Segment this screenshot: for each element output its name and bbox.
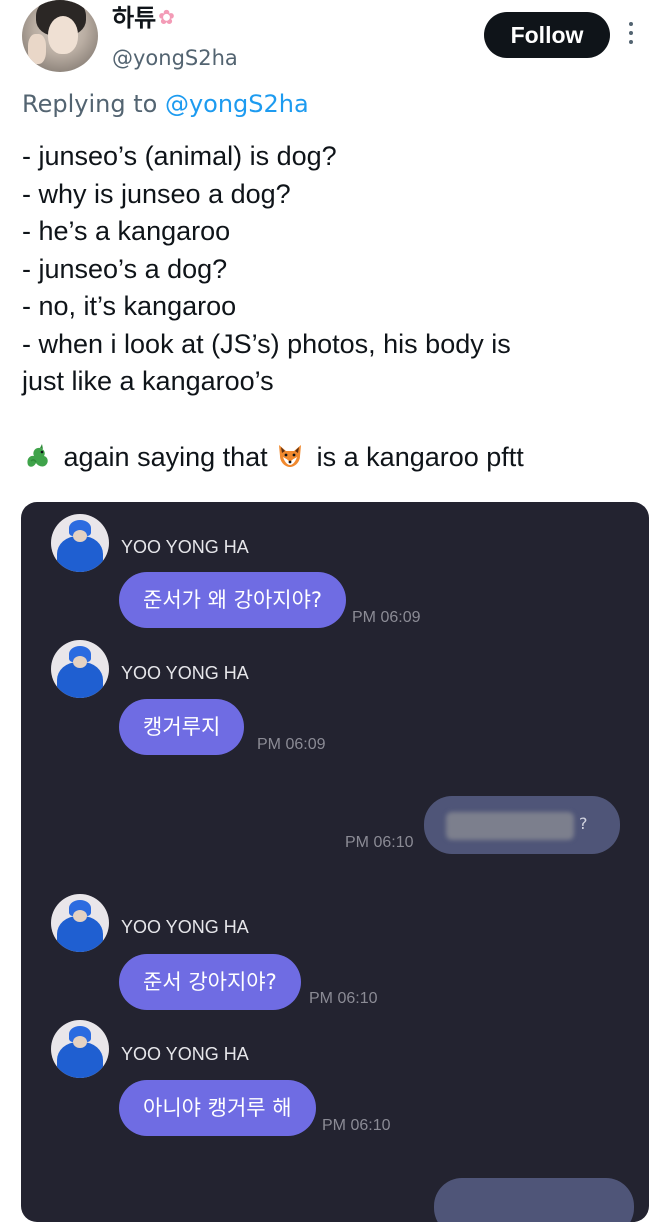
chat-bubble-incoming: 준서 강아지야? [119, 954, 301, 1010]
chat-timestamp: PM 06:10 [309, 990, 378, 1007]
chat-timestamp: PM 06:09 [352, 609, 421, 626]
avatar-hand-shape [28, 34, 46, 64]
chat-sender-name: YOO YONG HA [121, 663, 249, 683]
chat-timestamp: PM 06:09 [257, 736, 326, 753]
tweet-line: - no, it’s kangaroo [22, 291, 237, 321]
tweet-final-part1: again saying that [56, 441, 276, 472]
dragon-icon [27, 443, 48, 467]
tweet-text: - junseo’s (animal) is dog? - why is jun… [22, 138, 652, 476]
chat-bubble-outgoing: ? [424, 796, 620, 854]
tweet-final-line: again saying that is a kangaroo pftt [22, 439, 652, 477]
chat-avatar [51, 640, 109, 698]
cherry-blossom-icon: ✿ [158, 5, 175, 29]
replying-to: Replying to @yongS2ha [22, 88, 309, 120]
chat-timestamp: PM 06:10 [322, 1117, 391, 1134]
chat-avatar [51, 894, 109, 952]
tweet-final-part2: is a kangaroo pftt [309, 441, 524, 472]
chat-sender-name: YOO YONG HA [121, 917, 249, 937]
attached-chat-image[interactable]: YOO YONG HA 준서가 왜 강아지야? PM 06:09 YOO YON… [21, 502, 649, 1222]
tweet-line: - why is junseo a dog? [22, 178, 291, 209]
chat-avatar [51, 514, 109, 572]
tweet-line: - he’s a kangaroo [22, 216, 231, 246]
follow-button[interactable]: Follow [484, 12, 610, 58]
chat-bubble-outgoing-partial [434, 1178, 634, 1222]
chat-bubble-incoming: 준서가 왜 강아지야? [119, 572, 347, 628]
fox-icon [279, 444, 302, 467]
more-vertical-icon[interactable] [626, 22, 636, 50]
tweet-line: - junseo’s a dog? [22, 253, 228, 284]
chat-bubble-incoming: 캥거루지 [119, 699, 245, 755]
outgoing-visible-text: ? [579, 814, 588, 833]
redacted-text-block [446, 812, 574, 840]
chat-avatar [51, 1020, 109, 1078]
display-name-text: 하튜 [112, 4, 157, 32]
replying-to-prefix: Replying to [22, 90, 165, 118]
tweet-line: just like a kangaroo’s [22, 366, 274, 396]
chat-bubble-incoming: 아니야 캥거루 해 [119, 1080, 316, 1136]
chat-sender-name: YOO YONG HA [121, 1044, 249, 1064]
chat-timestamp: PM 06:10 [345, 834, 414, 851]
profile-avatar[interactable] [22, 0, 98, 72]
display-name[interactable]: 하튜 ✿ [112, 2, 175, 33]
avatar-face-shape [48, 16, 78, 54]
user-handle[interactable]: @yongS2ha [112, 44, 238, 72]
tweet-line: - junseo’s (animal) is dog? [22, 141, 337, 171]
reply-mention-link[interactable]: @yongS2ha [165, 90, 309, 118]
tweet-line: - when i look at (JS’s) photos, his body… [22, 328, 511, 359]
chat-sender-name: YOO YONG HA [121, 537, 249, 557]
